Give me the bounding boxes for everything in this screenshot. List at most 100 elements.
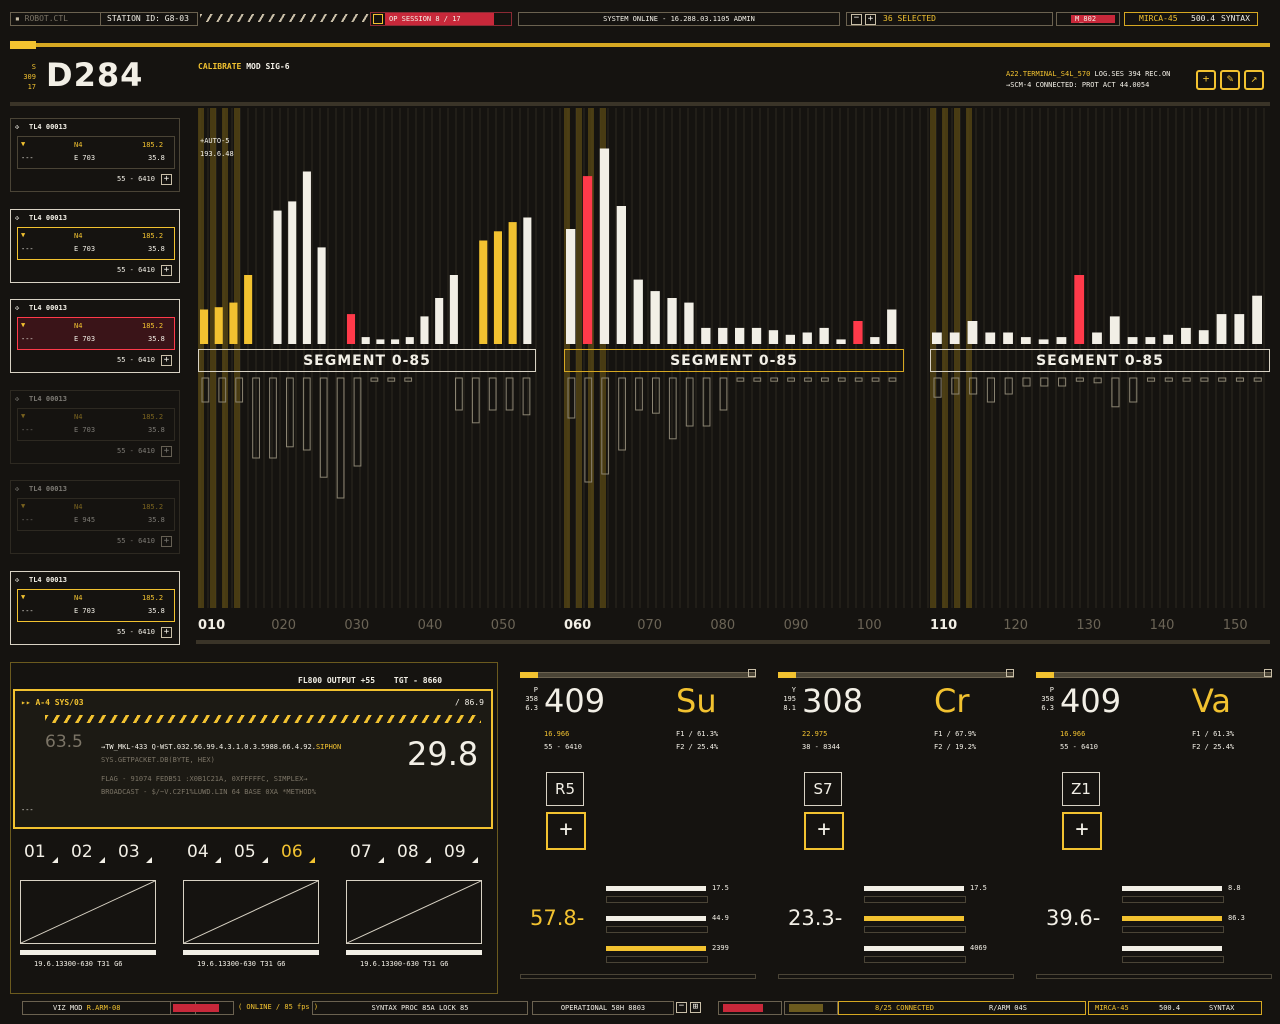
level-bar-track [606,926,708,933]
element-tag[interactable]: R5 [546,772,584,806]
share-icon[interactable]: ↗ [1244,70,1264,90]
add-icon[interactable]: + [161,536,172,547]
bar-up [361,337,370,344]
channel-number[interactable]: 01 [24,842,46,862]
card-dash: --- [21,244,34,253]
auto-label-block: +AUTO-5 193.6.48 [200,135,234,161]
minus-icon[interactable]: − [851,14,862,25]
side-card[interactable]: ✣ TL4 00013 ▼ N4 185.2 --- E 703 35.8 55 - 6410 + [10,299,180,373]
card-code: N4 [74,322,83,330]
bar-up [214,307,223,344]
syntax-label: SYNTAX [1221,14,1250,23]
channel-number[interactable]: 02 [71,842,93,862]
level-bar [1122,916,1222,921]
segment-label-3[interactable]: SEGMENT 0-85 [930,349,1270,372]
card-body: ▼ N4 185.2 --- E 703 35.8 [17,588,175,622]
segment-label-1[interactable]: SEGMENT 0-85 [198,349,536,372]
element-card: Y 195 8.1 308 Cr 22.975 38 - 8344 F1 / 67.9% F2 … [774,668,1014,984]
element-value: 16.966 [544,730,570,738]
x-tick-label: 010 [198,618,226,633]
bar-up [870,337,880,344]
element-label-stack: Y 195 8.1 [778,686,796,713]
app-name-chip[interactable]: ▪ ROBOT.CTL [10,12,101,26]
grid-icon [373,14,383,24]
x-axis-ticks: 010 020 030 040 050 060 070 080 090 100 110 120 130 1… [196,618,1270,636]
x-axis-scrollbar[interactable] [196,640,1270,644]
level-value: 17.5 [970,884,987,892]
channel-preview[interactable] [346,880,482,944]
add-element-button[interactable]: + [1062,812,1102,850]
card-body: ▼ N4 185.2 --- E 945 35.8 [17,498,175,531]
element-range: 38 - 8344 [802,743,840,751]
bar-up [735,327,745,344]
x-tick-label: 130 [1076,618,1102,633]
level-value: 2399 [712,944,729,952]
add-icon[interactable]: + [161,445,172,457]
bar-up [853,321,863,344]
add-icon[interactable]: + [161,626,172,638]
channel-number[interactable]: 09 [444,842,466,862]
channel-number[interactable]: 08 [397,842,419,862]
syntax-label: SYNTAX [1209,1004,1235,1012]
progress-start [10,41,36,49]
amber-chip-box [784,1001,838,1015]
channel-level-bar [20,950,156,955]
grid-icon[interactable]: ⊞ [690,1002,701,1013]
selection-chip[interactable]: − + 36 SELECTED [846,12,1053,26]
unit-chip: MIRCA-45 500.4 SYNTAX [1124,12,1258,26]
corner-marker-icon [378,857,384,863]
sys-panel[interactable]: ▸▸ A-4 SYS/03 / 86.9 63.5 →TW_MKL-433 Q-… [13,689,493,829]
card-value: 185.2 [142,503,164,511]
level-bar-track [606,956,708,963]
channel-number[interactable]: 06 [281,842,303,862]
side-card[interactable]: ✣ TL4 00013 ▼ N4 185.2 --- E 703 35.8 55 - 6410 + [10,208,180,283]
segment-label-2[interactable]: SEGMENT 0-85 [564,349,904,372]
minus-icon[interactable]: − [676,1002,687,1013]
add-icon[interactable]: + [161,355,172,366]
channel-number[interactable]: 05 [234,842,256,862]
card-close-icon[interactable] [1264,669,1272,677]
bar-up [887,309,897,344]
sys-title-text: A-4 SYS/03 [35,698,84,707]
corner-marker-icon [52,857,58,863]
side-card[interactable]: ✣ TL4 00013 ▼ N4 185.2 --- E 703 35.8 55 - 6410 + [10,389,180,464]
add-layer-icon[interactable]: + [1196,70,1216,90]
bar-up [288,201,297,344]
card-dash: --- [21,516,34,524]
add-icon[interactable]: + [161,264,172,276]
bar-up [273,210,282,344]
add-icon[interactable]: + [161,174,172,185]
syntax-proc-text: SYNTAX PROC 85A LOCK 85 [371,1004,469,1012]
element-tag[interactable]: Z1 [1062,772,1100,806]
session-chip[interactable]: OP SESSION 8 / 17 [370,12,512,26]
level-value: 8.8 [1228,884,1241,892]
plus-icon[interactable]: + [865,14,876,25]
card-close-icon[interactable] [748,669,756,677]
session-label: OP SESSION 8 / 17 [385,13,494,25]
card-close-icon[interactable] [1006,669,1014,677]
bar-up [523,217,532,344]
card-range: 55 - 6410 [117,537,155,545]
bar-up [802,332,812,344]
side-card[interactable]: ✣ TL4 00013 ▼ N4 185.2 --- E 703 35.8 55 - 6410 + [10,570,180,645]
add-element-button[interactable]: + [804,812,844,850]
channel-preview[interactable] [183,880,319,944]
channel-number[interactable]: 03 [118,842,140,862]
edit-icon[interactable]: ✎ [1220,70,1240,90]
side-card[interactable]: ✣ TL4 00013 ▼ N4 185.2 --- E 703 35.8 55 - 6410 + [10,118,180,192]
element-f2: F2 / 25.4% [1192,743,1235,751]
card-sub: E 703 [74,425,96,434]
element-tag[interactable]: S7 [804,772,842,806]
corner-marker-icon [472,857,478,863]
card-title: TL4 00013 [29,394,67,403]
bar-up [1234,314,1245,344]
connected-chip: 8/25 CONNECTED R/ARM 04S [838,1001,1086,1015]
channel-number[interactable]: 04 [187,842,209,862]
channel-preview[interactable] [20,880,156,944]
channel-number[interactable]: 07 [350,842,372,862]
bar-down [736,377,745,382]
add-element-button[interactable]: + [546,812,586,850]
side-card[interactable]: ✣ TL4 00013 ▼ N4 185.2 --- E 945 35.8 55 - 6410 + [10,480,180,554]
card-value-2: 35.8 [148,154,165,162]
level-bar-track [864,956,966,963]
